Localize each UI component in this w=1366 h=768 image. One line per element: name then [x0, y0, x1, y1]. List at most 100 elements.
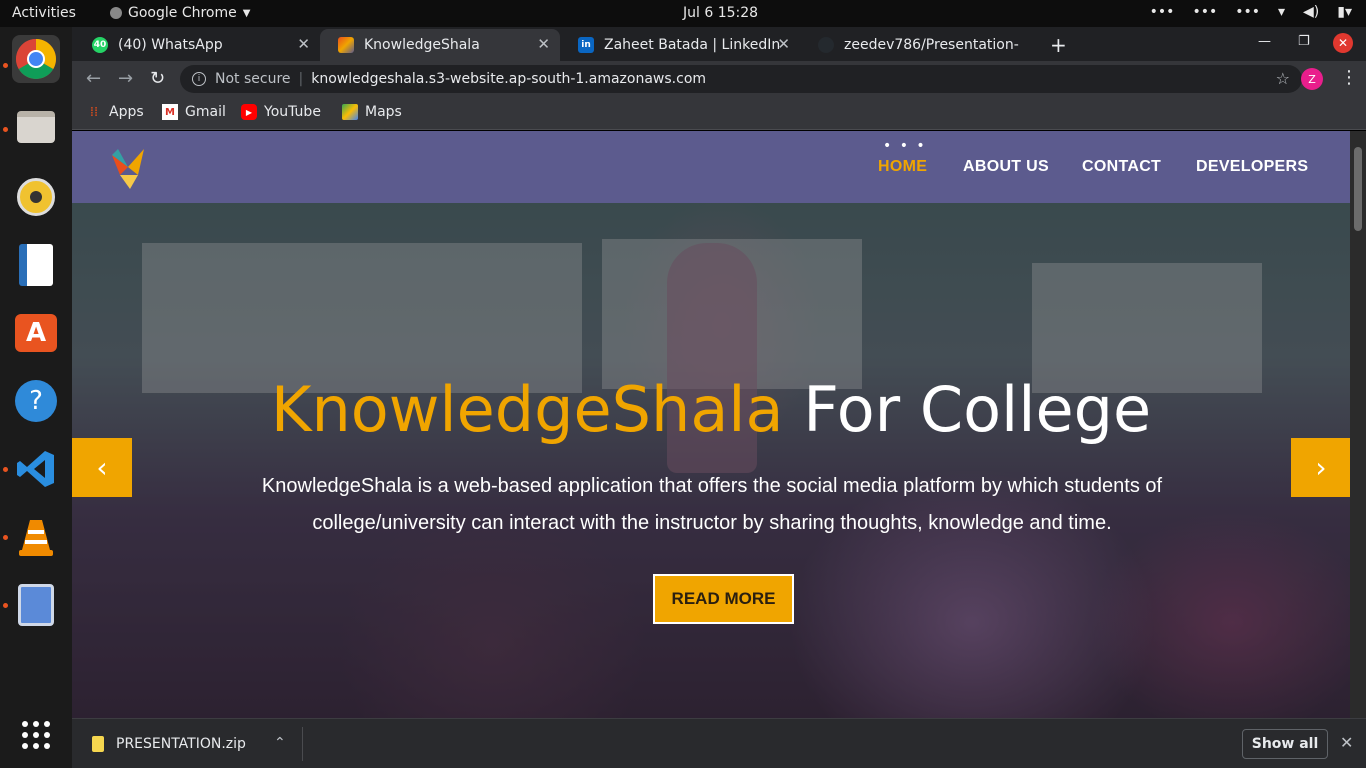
bookmark-label: Apps: [109, 104, 144, 120]
nav-developers[interactable]: DEVELOPERS: [1196, 158, 1308, 176]
knowledgeshala-logo[interactable]: [108, 145, 148, 189]
tray-more-icon[interactable]: •••: [1150, 4, 1175, 20]
address-bar[interactable]: i Not secure | knowledgeshala.s3-website…: [180, 65, 1302, 93]
tab-title: Zaheet Batada | LinkedIn: [604, 37, 781, 53]
chrome-small-icon: [110, 7, 122, 19]
tab-whatsapp[interactable]: 40 (40) WhatsApp ✕: [74, 29, 320, 61]
chrome-dock-icon[interactable]: [12, 35, 60, 83]
writer-dock-icon[interactable]: [12, 241, 60, 289]
nav-about-us[interactable]: ABOUT US: [963, 158, 1049, 176]
download-filename: PRESENTATION.zip: [116, 736, 246, 752]
wifi-icon[interactable]: ▾: [1278, 4, 1285, 20]
close-icon[interactable]: ✕: [537, 35, 550, 53]
back-icon[interactable]: ←: [86, 68, 101, 89]
knowledgeshala-favicon-icon: [338, 37, 354, 53]
clock[interactable]: Jul 6 15:28: [683, 5, 758, 21]
tab-linkedin[interactable]: in Zaheet Batada | LinkedIn ✕: [560, 29, 800, 61]
running-indicator: [3, 535, 8, 540]
menu-icon[interactable]: ⋮: [1340, 67, 1358, 88]
tab-github[interactable]: zeedev786/Presentation-: [800, 29, 1040, 61]
running-indicator: [3, 63, 8, 68]
reload-icon[interactable]: ↻: [150, 68, 165, 89]
tray-more-icon[interactable]: •••: [1235, 4, 1260, 20]
bookmark-star-icon[interactable]: ☆: [1276, 69, 1290, 88]
forward-icon[interactable]: →: [118, 68, 133, 89]
divider: |: [298, 71, 304, 87]
tab-title: KnowledgeShala: [364, 37, 480, 53]
bookmarks-bar: ⁞⁞ Apps M Gmail ▶ YouTube Maps: [72, 97, 1366, 130]
tasks-dock-icon[interactable]: [12, 581, 60, 629]
hero-title-rest: For College: [803, 373, 1152, 446]
close-window-icon[interactable]: ✕: [1333, 33, 1353, 53]
nav-contact[interactable]: CONTACT: [1082, 158, 1161, 176]
linkedin-icon: in: [578, 37, 594, 53]
browser-toolbar: ← → ↻ i Not secure | knowledgeshala.s3-w…: [72, 61, 1366, 97]
system-tray[interactable]: ••• ••• ••• ▾ ◀) ▮▾: [1150, 4, 1352, 20]
read-more-button[interactable]: READ MORE: [653, 574, 794, 624]
running-indicator: [3, 127, 8, 132]
hero-overlay: [72, 203, 1350, 718]
page-viewport: • • • HOME ABOUT US CONTACT DEVELOPERS K…: [72, 131, 1350, 718]
hero-subtitle-line: KnowledgeShala is a web-based applicatio…: [261, 475, 1163, 497]
chevron-left-icon: ‹: [96, 451, 108, 484]
nav-home[interactable]: HOME: [878, 158, 927, 176]
dock: A ?: [0, 27, 72, 768]
running-indicator: [3, 467, 8, 472]
tab-knowledgeshala[interactable]: KnowledgeShala ✕: [320, 29, 560, 61]
page-scrollbar[interactable]: [1350, 131, 1366, 718]
volume-icon[interactable]: ◀): [1303, 4, 1319, 20]
scrollbar-thumb[interactable]: [1354, 147, 1362, 231]
profile-avatar[interactable]: Z: [1301, 68, 1323, 90]
rhythmbox-dock-icon[interactable]: [12, 173, 60, 221]
bookmark-label: Maps: [365, 104, 402, 120]
github-icon: [818, 37, 834, 53]
close-icon[interactable]: ✕: [297, 35, 310, 53]
security-label[interactable]: Not secure: [215, 71, 291, 87]
close-icon[interactable]: ✕: [1340, 733, 1353, 752]
info-icon[interactable]: i: [192, 72, 206, 86]
bookmark-label: Gmail: [185, 104, 226, 120]
chevron-right-icon: ›: [1315, 451, 1327, 484]
tray-more-icon[interactable]: •••: [1192, 4, 1217, 20]
app-menu[interactable]: Google Chrome ▼: [110, 5, 250, 21]
bookmark-youtube[interactable]: ▶ YouTube: [241, 104, 321, 120]
software-center-dock-icon[interactable]: A: [12, 309, 60, 357]
show-applications-icon[interactable]: [12, 711, 60, 759]
maximize-icon[interactable]: ❐: [1298, 34, 1310, 49]
chevron-up-icon[interactable]: ⌃: [274, 735, 286, 751]
tab-title: zeedev786/Presentation-: [844, 37, 1019, 53]
youtube-icon: ▶: [241, 104, 257, 120]
download-item[interactable]: PRESENTATION.zip: [92, 736, 246, 752]
whatsapp-icon: 40: [92, 37, 108, 53]
close-icon[interactable]: ✕: [777, 35, 790, 53]
caret-down-icon: ▼: [242, 7, 251, 19]
hero-title-highlight: KnowledgeShala: [270, 373, 784, 446]
apps-grid-icon: ⁞⁞: [89, 104, 99, 120]
bookmark-gmail[interactable]: M Gmail: [162, 104, 226, 120]
hero-subtitle-line: college/university can interact with the…: [312, 512, 1112, 534]
zip-file-icon: [92, 736, 104, 752]
help-dock-icon[interactable]: ?: [12, 377, 60, 425]
carousel-prev-button[interactable]: ‹: [72, 438, 132, 497]
battery-icon[interactable]: ▮▾: [1337, 4, 1352, 20]
gmail-icon: M: [162, 104, 178, 120]
activities-button[interactable]: Activities: [12, 5, 76, 21]
bookmark-apps[interactable]: ⁞⁞ Apps: [86, 104, 144, 120]
running-indicator: [3, 603, 8, 608]
bookmark-maps[interactable]: Maps: [342, 104, 402, 120]
vscode-dock-icon[interactable]: [12, 445, 60, 493]
tab-title: (40) WhatsApp: [118, 37, 223, 53]
app-menu-label: Google Chrome: [128, 5, 237, 21]
system-top-bar: Activities Google Chrome ▼ Jul 6 15:28 •…: [0, 0, 1366, 27]
carousel-next-button[interactable]: ›: [1291, 438, 1350, 497]
download-shelf: PRESENTATION.zip ⌃ Show all ✕: [72, 718, 1366, 768]
new-tab-button[interactable]: +: [1050, 33, 1067, 57]
site-navbar: • • • HOME ABOUT US CONTACT DEVELOPERS: [72, 131, 1350, 203]
bookmark-label: YouTube: [264, 104, 321, 120]
hero-subtitle: KnowledgeShala is a web-based applicatio…: [212, 468, 1212, 542]
minimize-icon[interactable]: —: [1258, 34, 1271, 49]
files-dock-icon[interactable]: [12, 103, 60, 151]
show-all-button[interactable]: Show all: [1242, 729, 1328, 759]
url-text[interactable]: knowledgeshala.s3-website.ap-south-1.ama…: [311, 71, 706, 87]
vlc-dock-icon[interactable]: [12, 513, 60, 561]
